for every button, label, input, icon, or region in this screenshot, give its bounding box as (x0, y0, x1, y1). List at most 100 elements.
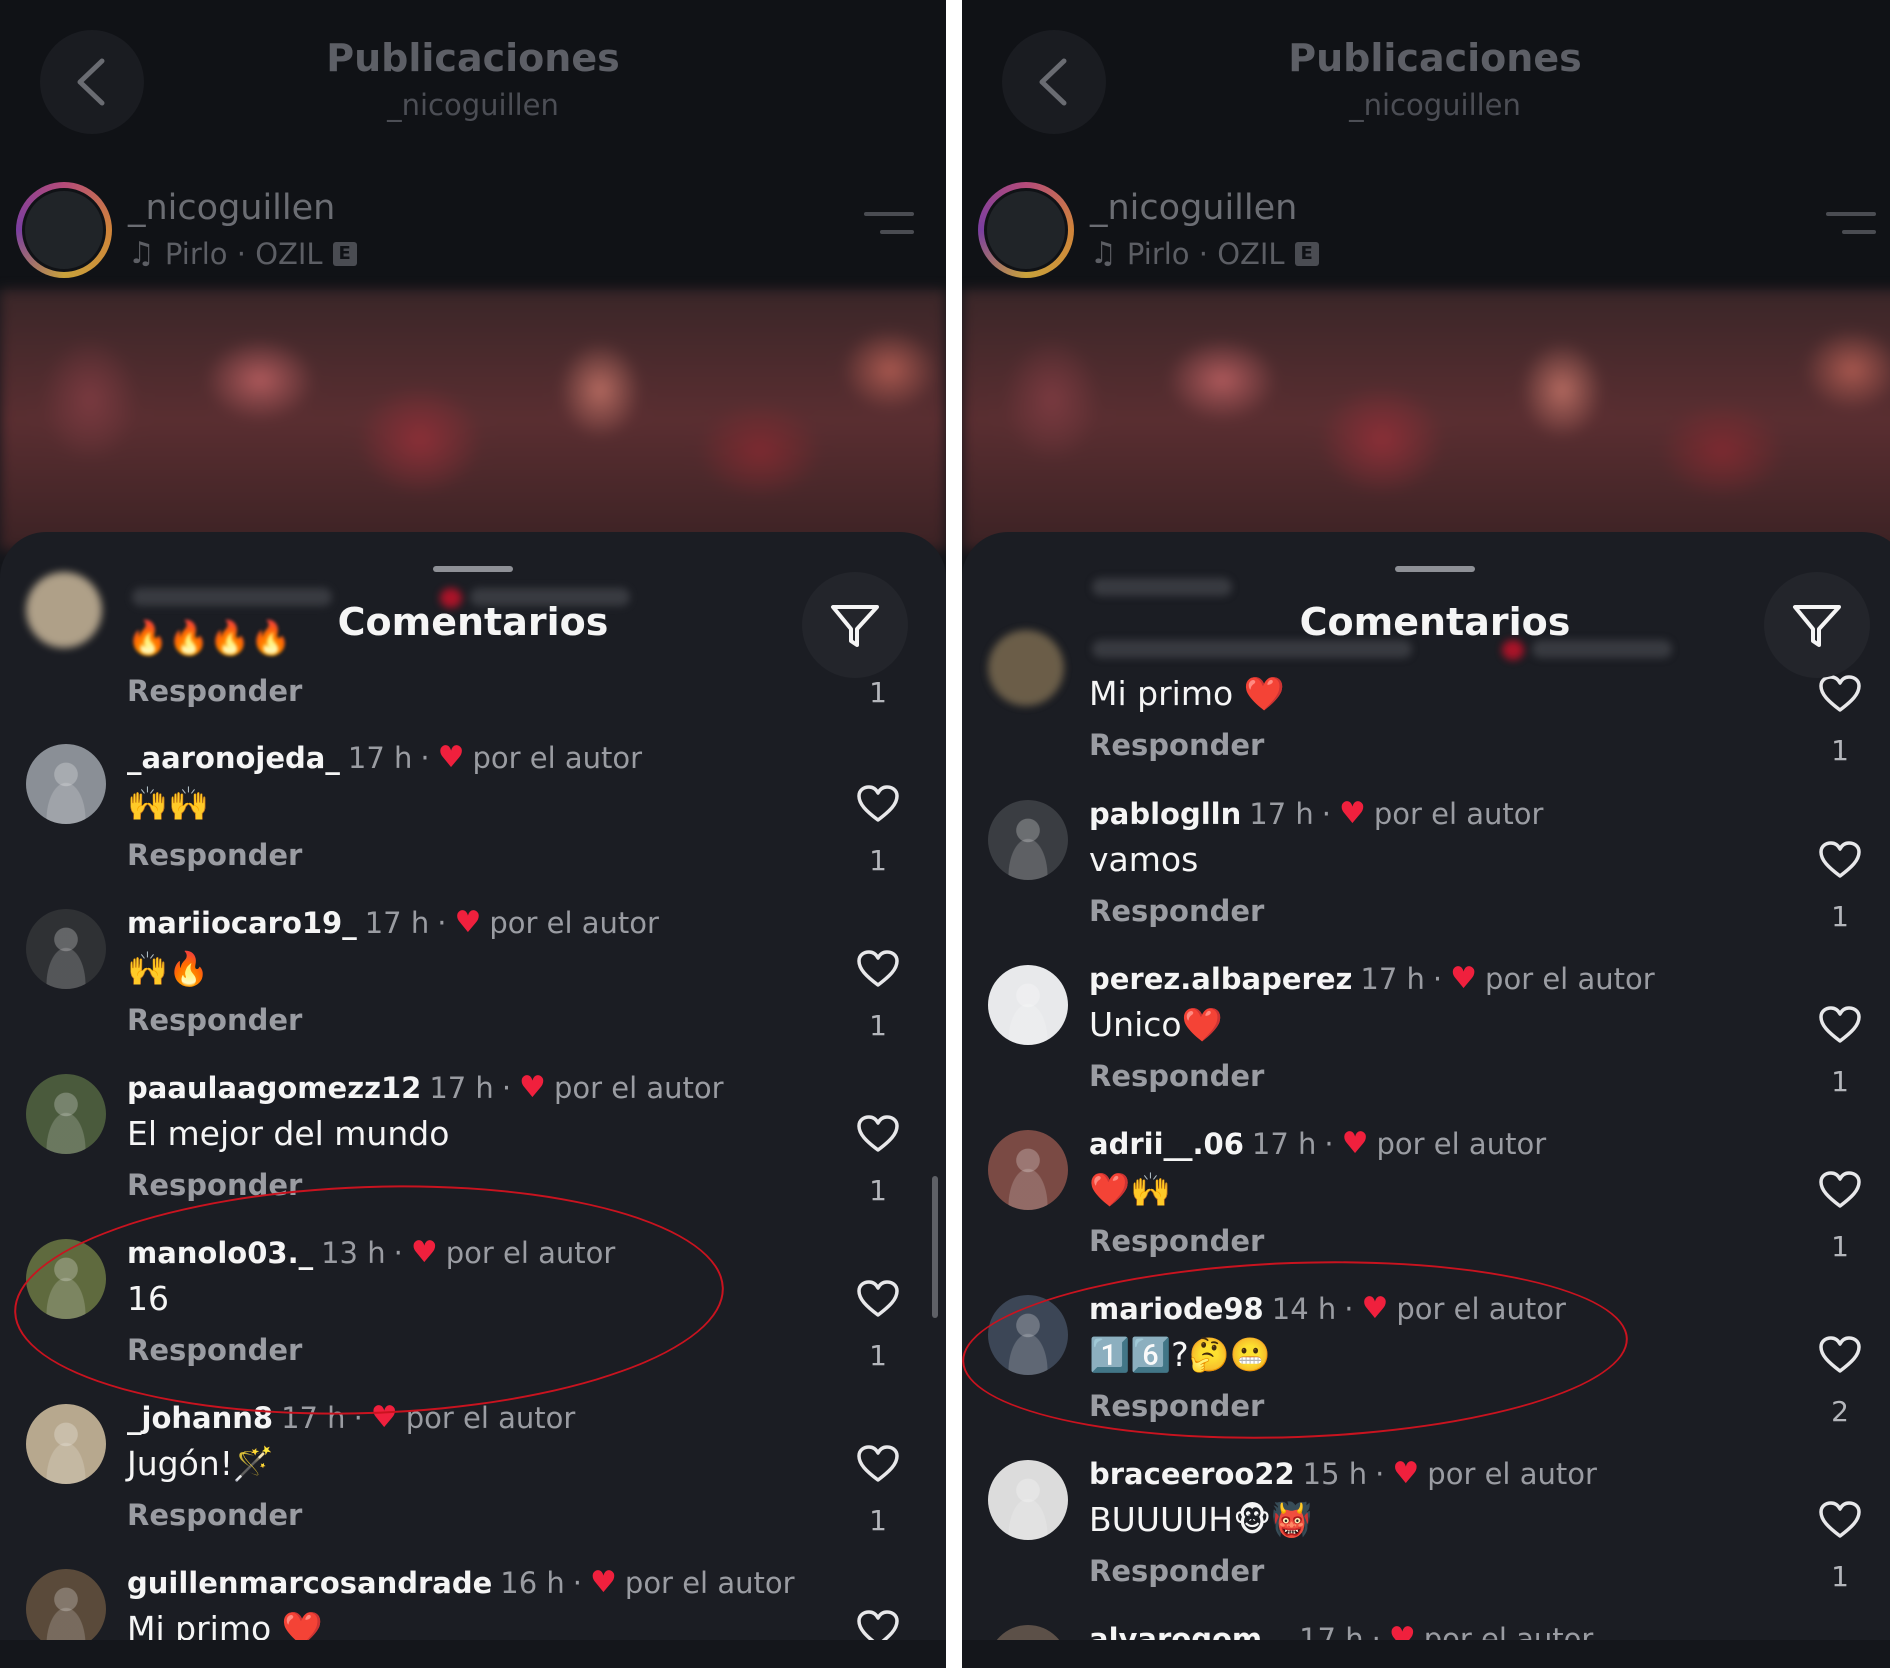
reply-button[interactable]: Responder (1089, 1554, 1264, 1588)
like-count: 1 (1831, 734, 1849, 767)
comment-time: 14 h (1271, 1291, 1337, 1326)
commenter-avatar[interactable] (988, 1625, 1068, 1640)
heart-outline-icon[interactable] (856, 1279, 900, 1319)
heart-outline-icon[interactable] (856, 1444, 900, 1484)
reply-button[interactable]: Responder (127, 674, 302, 708)
liked-by-author-label: por el autor (1427, 1456, 1597, 1491)
commenter-username[interactable]: manolo03._ (127, 1236, 313, 1270)
author-heart-icon: ♥ (1388, 1621, 1416, 1640)
author-heart-icon: ♥ (590, 1565, 617, 1600)
commenter-avatar[interactable] (26, 1404, 106, 1484)
scrollbar[interactable] (932, 1176, 938, 1318)
comment-row: paaulaagomezz12 17 h · ♥ por el autor El mejo… (0, 1070, 946, 1235)
reply-button[interactable]: Responder (1089, 728, 1264, 762)
liked-by-author-label: por el autor (553, 1070, 724, 1105)
commenter-avatar[interactable] (988, 1130, 1068, 1210)
commenter-avatar[interactable] (988, 965, 1068, 1045)
commenter-username[interactable]: paaulaagomezz12 (127, 1071, 421, 1105)
like-count: 1 (869, 844, 887, 877)
heart-outline-icon[interactable] (1818, 1170, 1862, 1210)
commenter-username[interactable]: _johann8 (127, 1401, 273, 1435)
commenter-username[interactable]: alvarogom__ (1089, 1622, 1291, 1641)
comment-text: 1️⃣6️⃣?🤔😬 (1089, 1335, 1271, 1374)
right-panel: Publicaciones _nicoguillen _nicoguillen … (962, 0, 1890, 1668)
page-subtitle: _nicoguillen (387, 88, 559, 122)
post-song[interactable]: ♫ Pirlo · OZIL E (128, 236, 357, 271)
profile-avatar[interactable] (16, 182, 112, 278)
filter-button[interactable] (802, 572, 908, 678)
reply-button[interactable]: Responder (127, 1333, 302, 1367)
commenter-username[interactable]: guillenmarcosandrade (127, 1566, 492, 1600)
comment-row: _johann8 17 h · ♥ por el autor Jugón!🪄 Respond… (0, 1400, 946, 1565)
reply-button[interactable]: Responder (1089, 894, 1264, 928)
liked-by-author-label: por el autor (445, 1235, 616, 1270)
heart-outline-icon[interactable] (856, 1609, 900, 1640)
comment-meta: braceeroo22 15 h · ♥ por el autor (1089, 1456, 1597, 1491)
commenter-username[interactable]: pabloglln (1089, 797, 1241, 831)
commenter-avatar[interactable] (988, 1460, 1068, 1540)
comment-text: Mi primo ❤️ (127, 1609, 323, 1640)
comment-text: Mi primo ❤️ (1089, 674, 1285, 713)
commenter-avatar[interactable] (26, 1569, 106, 1640)
heart-outline-icon[interactable] (1818, 674, 1862, 714)
commenter-username[interactable]: braceeroo22 (1089, 1457, 1295, 1491)
author-heart-icon: ♥ (410, 1235, 438, 1270)
post-username[interactable]: _nicoguillen (128, 188, 335, 228)
comment-meta: paaulaagomezz12 17 h · ♥ por el autor (127, 1070, 724, 1105)
reply-button[interactable]: Responder (127, 1498, 302, 1532)
author-heart-icon: ♥ (454, 905, 482, 940)
commenter-avatar[interactable] (988, 1295, 1068, 1375)
like-count: 1 (1831, 1560, 1849, 1593)
commenter-username[interactable]: perez.albaperez (1089, 962, 1352, 996)
reply-button[interactable]: Responder (1089, 1224, 1264, 1258)
reply-button[interactable]: Responder (1089, 1389, 1264, 1423)
commenter-username[interactable]: _aaronojeda_ (127, 741, 340, 775)
menu-icon[interactable] (1826, 212, 1876, 248)
commenter-avatar[interactable] (26, 744, 106, 824)
commenter-avatar[interactable] (26, 1074, 106, 1154)
separator-dot: · (1432, 961, 1443, 996)
bottom-edge (0, 1640, 946, 1668)
profile-avatar[interactable] (978, 182, 1074, 278)
sheet-title: Comentarios (1299, 600, 1571, 644)
bottom-edge (962, 1640, 1890, 1668)
comment-row: adrii__.06 17 h · ♥ por el autor ❤️🙌 Responder… (962, 1126, 1890, 1291)
song-title: Pirlo · OZIL (1126, 236, 1285, 271)
heart-outline-icon[interactable] (1818, 1005, 1862, 1045)
reply-button[interactable]: Responder (1089, 1059, 1264, 1093)
comment-meta: perez.albaperez 17 h · ♥ por el autor (1089, 961, 1655, 996)
post-username[interactable]: _nicoguillen (1090, 188, 1297, 228)
like-count: 1 (869, 1009, 887, 1042)
comment-text: Jugón!🪄 (127, 1444, 275, 1483)
liked-by-author-label: por el autor (489, 905, 659, 940)
comparison-screenshot: Publicaciones _nicoguillen _nicoguillen … (0, 0, 1890, 1668)
commenter-username[interactable]: mariode98 (1089, 1292, 1264, 1326)
heart-outline-icon[interactable] (856, 949, 900, 989)
like-count: 1 (869, 1174, 887, 1207)
menu-icon[interactable] (864, 212, 914, 248)
commenter-avatar[interactable] (988, 800, 1068, 880)
reply-button[interactable]: Responder (127, 838, 302, 872)
heart-outline-icon[interactable] (1818, 1500, 1862, 1540)
comment-text: 🙌🙌 (127, 784, 210, 823)
separator-dot: · (353, 1400, 363, 1435)
liked-by-author-label: por el autor (405, 1400, 576, 1435)
heart-outline-icon[interactable] (1818, 840, 1862, 880)
like-count: 1 (1831, 1230, 1849, 1263)
commenter-username[interactable]: mariiocaro19_ (127, 906, 357, 940)
heart-outline-icon[interactable] (856, 1114, 900, 1154)
comment-meta: mariiocaro19_ 17 h · ♥ por el autor (127, 905, 659, 940)
heart-outline-icon[interactable] (1818, 1335, 1862, 1375)
commenter-avatar[interactable] (26, 1239, 106, 1319)
heart-outline-icon[interactable] (856, 784, 900, 824)
comment-time: 17 h (1249, 796, 1314, 831)
commenter-username[interactable]: adrii__.06 (1089, 1127, 1244, 1161)
comment-row: perez.albaperez 17 h · ♥ por el autor Unico❤️… (962, 961, 1890, 1126)
commenter-avatar[interactable] (26, 909, 106, 989)
separator-dot: · (501, 1070, 512, 1105)
filter-button[interactable] (1764, 572, 1870, 678)
post-song[interactable]: ♫ Pirlo · OZIL E (1090, 236, 1319, 271)
post-image-blurred (962, 290, 1890, 550)
reply-button[interactable]: Responder (127, 1003, 302, 1037)
reply-button[interactable]: Responder (127, 1168, 302, 1202)
